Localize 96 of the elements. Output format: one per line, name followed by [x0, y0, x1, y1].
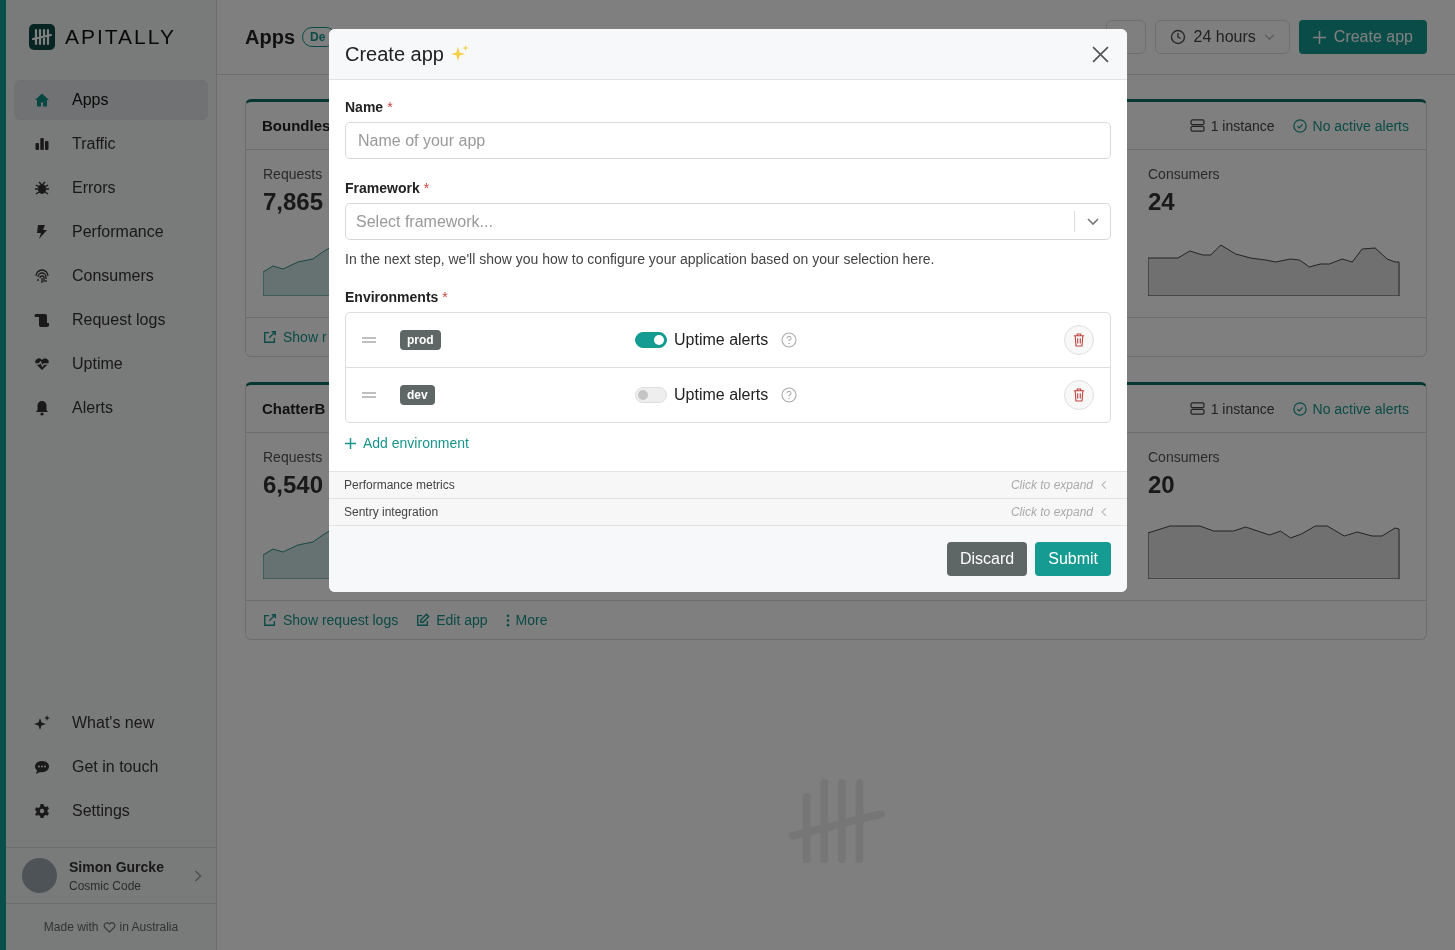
nav-item[interactable]: Uptime — [14, 344, 208, 384]
bar-chart-icon — [34, 136, 50, 152]
external-link-icon — [263, 613, 277, 627]
trash-icon — [1073, 388, 1085, 402]
check-circle-icon — [1292, 118, 1307, 133]
plus-icon — [1312, 30, 1326, 44]
sparkle-icon — [34, 715, 50, 731]
metric-value: 24 — [1148, 188, 1175, 216]
instance-count: 1 instance — [1210, 117, 1275, 134]
dialog-title: Create app — [345, 42, 444, 66]
field-label: Environments — [345, 289, 439, 305]
collapsible-section[interactable]: Performance metrics Click to expand — [329, 471, 1127, 498]
nav-item[interactable]: Consumers — [14, 256, 208, 296]
clock-icon — [1169, 29, 1186, 45]
chat-bubble-icon — [34, 759, 50, 775]
nav-item[interactable]: Settings — [14, 791, 208, 831]
period-dropdown[interactable]: 24 hours — [1154, 20, 1290, 54]
home-icon — [34, 92, 50, 108]
nav-item[interactable]: Get in touch — [14, 747, 208, 787]
app-name: Boundles — [262, 117, 331, 134]
heart-icon — [102, 921, 116, 933]
page-title: Apps — [245, 25, 295, 49]
settings-icon — [34, 803, 50, 819]
chevron-icon — [1101, 480, 1107, 490]
plus-icon — [345, 437, 356, 449]
heartbeat-icon — [34, 356, 50, 372]
app-name: ChatterB — [262, 400, 326, 417]
toggle-switch[interactable] — [635, 332, 667, 348]
add-environment-link[interactable]: Add environment — [345, 435, 469, 451]
nav-item[interactable]: What's new — [14, 703, 208, 743]
nav-item[interactable]: Apps — [14, 80, 208, 120]
chevron-icon — [1101, 507, 1107, 517]
help-text: In the next step, we'll show you how to configure your application based on your selection here. — [345, 251, 936, 267]
help-icon — [781, 387, 797, 403]
nav-item[interactable]: Performance — [14, 212, 208, 252]
server-icon — [1189, 119, 1205, 132]
required-mark: * — [442, 289, 448, 305]
bell-icon — [34, 400, 50, 416]
avatar — [22, 858, 57, 893]
metric-label: Requests — [263, 166, 323, 182]
nav-item[interactable]: Request logs — [14, 300, 208, 340]
metric-value: 6,540 — [263, 471, 324, 499]
scroll-icon — [34, 312, 50, 328]
toggle-label: Uptime alerts — [674, 331, 769, 349]
metric-label: Consumers — [1148, 166, 1220, 182]
card-action-link[interactable]: Edit app — [416, 612, 488, 628]
card-action-link[interactable]: Show r — [263, 329, 327, 345]
user-name: Simon Gurcke — [69, 858, 165, 875]
toggle-label: Uptime alerts — [674, 386, 769, 404]
name-input[interactable]: Name of your app — [345, 122, 1111, 159]
field-label: Name — [345, 99, 384, 115]
alert-status: No active alerts — [1312, 400, 1409, 417]
discard-button[interactable]: Discard — [946, 542, 1028, 576]
submit-button[interactable]: Submit — [1035, 542, 1111, 576]
alert-status: No active alerts — [1312, 117, 1409, 134]
footer-text: Made with — [43, 920, 99, 934]
required-mark: * — [387, 99, 393, 115]
more-icon — [505, 613, 510, 627]
help-icon — [781, 332, 797, 348]
footer-text: in Australia — [119, 920, 179, 934]
chevron-right-icon — [194, 869, 202, 882]
collapsible-section[interactable]: Sentry integration Click to expand — [329, 498, 1127, 525]
user-menu[interactable]: Simon Gurcke Cosmic Code — [6, 847, 216, 904]
delete-button[interactable] — [1064, 380, 1094, 410]
metric-label: Consumers — [1148, 449, 1220, 465]
metric-label: Requests — [263, 449, 323, 465]
fingerprint-icon — [34, 268, 50, 284]
card-action-link[interactable]: Show request logs — [263, 612, 399, 628]
nav-item[interactable]: Alerts — [14, 388, 208, 428]
field-label: Framework — [345, 180, 420, 196]
nav-item[interactable]: Errors — [14, 168, 208, 208]
organization-name: Cosmic Code — [69, 878, 143, 893]
check-circle-icon — [1292, 401, 1307, 416]
framework-select[interactable]: Select framework... — [345, 203, 1111, 240]
metric-value: 20 — [1148, 471, 1175, 499]
create-app-button[interactable]: Create app — [1298, 20, 1427, 54]
server-icon — [1189, 402, 1205, 415]
external-link-icon — [263, 330, 277, 344]
instance-count: 1 instance — [1210, 400, 1275, 417]
drag-handle-icon[interactable] — [362, 392, 376, 398]
card-action-link[interactable]: More — [505, 612, 548, 628]
environment-tag: dev — [400, 385, 435, 405]
chevron-down-icon — [1263, 33, 1275, 41]
brand-name: APITALLY — [65, 25, 176, 49]
delete-button[interactable] — [1064, 325, 1094, 355]
edit-icon — [416, 613, 431, 627]
drag-handle-icon[interactable] — [362, 337, 376, 343]
required-mark: * — [423, 180, 430, 196]
lightning-icon — [34, 224, 50, 240]
logo-icon — [29, 24, 55, 50]
bug-icon — [34, 180, 50, 196]
trash-icon — [1073, 333, 1085, 347]
chevron-down-icon — [1087, 218, 1099, 226]
nav-item[interactable]: Traffic — [14, 124, 208, 164]
metric-value: 7,865 — [263, 188, 324, 216]
environment-tag: prod — [400, 330, 441, 350]
